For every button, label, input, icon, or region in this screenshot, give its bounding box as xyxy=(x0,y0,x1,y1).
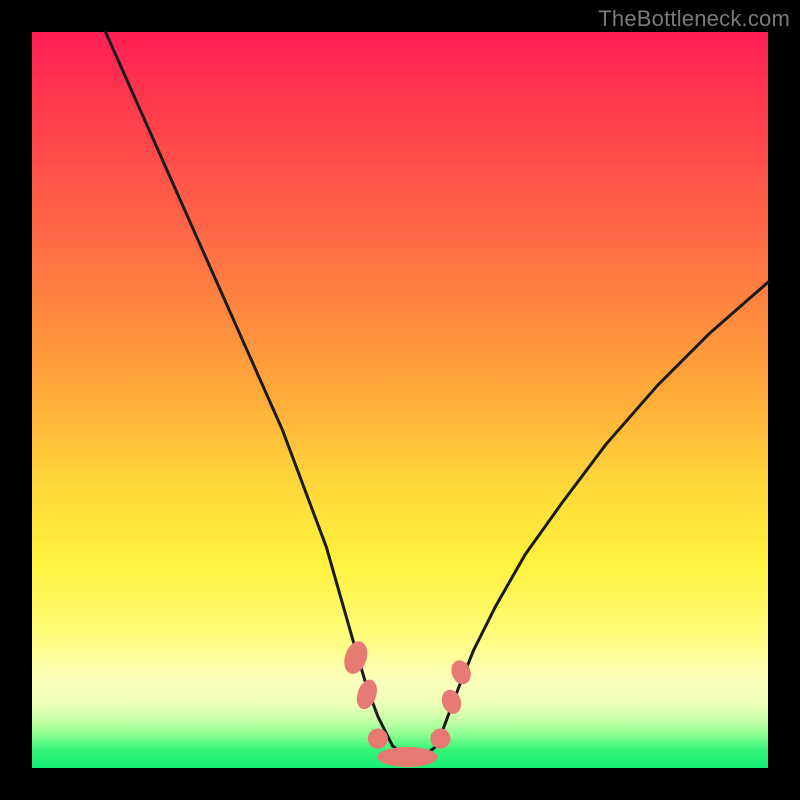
curve-marker xyxy=(368,729,387,748)
curve-marker xyxy=(378,747,437,766)
curve-line xyxy=(106,32,768,757)
curve-marker xyxy=(354,678,380,711)
watermark-text: TheBottleneck.com xyxy=(598,6,790,32)
chart-frame: TheBottleneck.com xyxy=(0,0,800,800)
curve-marker xyxy=(341,639,371,676)
curve-marker xyxy=(439,688,464,716)
chart-svg xyxy=(32,32,768,768)
curve-marker xyxy=(431,729,450,748)
